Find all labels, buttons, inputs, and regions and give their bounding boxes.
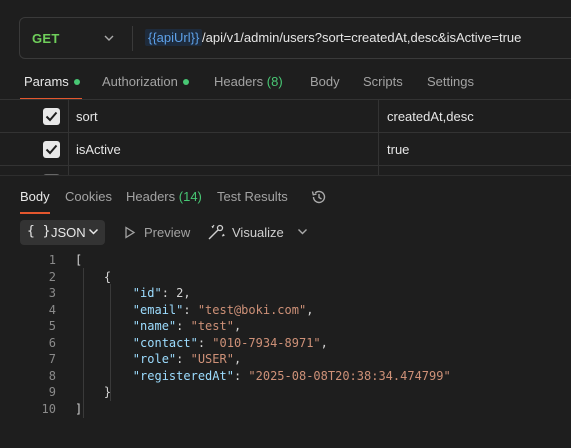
column-divider xyxy=(378,133,379,166)
http-method-select[interactable]: GET xyxy=(32,31,60,46)
pane-divider[interactable] xyxy=(0,175,571,176)
json-bracket: [ xyxy=(75,253,83,267)
response-body-viewer[interactable]: 1[ 2 { 3 "id": 2, 4 "email": "test@boki.… xyxy=(0,252,571,418)
param-checkbox[interactable] xyxy=(43,108,60,125)
tab-cookies[interactable]: Cookies xyxy=(65,189,112,204)
check-icon xyxy=(45,144,58,155)
tab-settings[interactable]: Settings xyxy=(427,74,474,89)
chevron-down-icon[interactable] xyxy=(103,32,115,44)
code-line: 10] xyxy=(0,401,571,418)
line-number: 7 xyxy=(48,352,56,366)
active-tab-indicator xyxy=(20,212,50,214)
param-checkbox[interactable] xyxy=(43,141,60,158)
url-input[interactable]: /api/v1/admin/users?sort=createdAt,desc&… xyxy=(202,30,521,45)
chevron-down-icon xyxy=(88,228,99,235)
json-entry: "role": "USER", xyxy=(132,352,242,366)
json-entry: "registeredAt": "2025-08-08T20:38:34.474… xyxy=(132,368,451,383)
chevron-down-icon[interactable] xyxy=(297,227,308,237)
json-key: "registeredAt" xyxy=(132,368,234,383)
table-row: isActive false xyxy=(0,166,571,175)
column-divider xyxy=(378,100,379,133)
line-number: 9 xyxy=(48,385,56,399)
line-number: 4 xyxy=(48,302,56,317)
json-entry: "contact": "010-7934-8971", xyxy=(132,335,328,350)
tab-test-results[interactable]: Test Results xyxy=(217,189,288,204)
tab-response-headers-label: Headers xyxy=(126,189,176,204)
json-brace: { xyxy=(75,269,112,284)
json-key: "contact" xyxy=(132,335,198,350)
request-url-bar: GET {{apiUrl}} /api/v1/admin/users?sort=… xyxy=(19,17,571,59)
tab-headers[interactable]: Headers (8) xyxy=(214,74,283,89)
tab-scripts[interactable]: Scripts xyxy=(363,74,403,89)
json-value: "USER" xyxy=(190,352,234,366)
json-entry: "name": "test", xyxy=(132,319,242,333)
json-entry: "id": 2, xyxy=(132,286,191,300)
json-bracket: ] xyxy=(75,401,83,416)
json-value: "test" xyxy=(190,319,234,333)
tab-params[interactable]: Params xyxy=(24,74,80,89)
json-key: "name" xyxy=(132,319,177,333)
code-line: 8 "registeredAt": "2025-08-08T20:38:34.4… xyxy=(0,368,571,385)
history-icon[interactable] xyxy=(310,188,328,206)
json-key: "id" xyxy=(132,286,162,300)
line-number: 3 xyxy=(48,286,56,300)
json-key: "role" xyxy=(132,352,177,366)
json-value: "2025-08-08T20:38:34.474799" xyxy=(248,368,451,383)
headers-count: (8) xyxy=(266,74,283,89)
url-variable-token[interactable]: {{apiUrl}} xyxy=(145,29,203,46)
code-line: 2 { xyxy=(0,269,571,286)
check-icon xyxy=(45,111,58,122)
line-number: 8 xyxy=(48,368,56,383)
line-number: 2 xyxy=(48,269,56,284)
visualize-label: Visualize xyxy=(232,225,284,240)
code-line: 3 "id": 2, xyxy=(0,285,571,302)
magic-wand-icon xyxy=(208,224,225,240)
tab-body[interactable]: Body xyxy=(310,74,340,89)
response-headers-count: (14) xyxy=(178,189,202,204)
code-line: 4 "email": "test@boki.com", xyxy=(0,302,571,319)
params-status-dot xyxy=(73,78,80,85)
tab-authorization-label: Authorization xyxy=(102,74,178,89)
params-table: sort createdAt,desc isActive true isActi… xyxy=(0,99,571,175)
param-value[interactable]: createdAt,desc xyxy=(387,109,474,124)
response-tabs: Body Cookies Headers (14) Test Results xyxy=(0,188,571,214)
tab-response-headers[interactable]: Headers (14) xyxy=(126,189,202,204)
table-row: isActive true xyxy=(0,133,571,166)
line-number: 5 xyxy=(48,319,56,333)
json-value: "test@boki.com" xyxy=(197,302,307,317)
tab-response-body[interactable]: Body xyxy=(20,189,50,204)
column-divider xyxy=(378,166,379,175)
column-divider xyxy=(68,133,69,166)
code-line: 7 "role": "USER", xyxy=(0,351,571,368)
json-brace: } xyxy=(75,385,112,399)
param-key[interactable]: isActive xyxy=(76,142,121,157)
line-number: 6 xyxy=(48,335,56,350)
url-divider xyxy=(132,26,133,51)
preview-label: Preview xyxy=(144,225,191,240)
code-line: 9 } xyxy=(0,384,571,401)
param-key[interactable]: sort xyxy=(76,109,98,124)
format-label: JSON xyxy=(51,225,86,240)
request-tabs: Params Authorization Headers (8) Body Sc… xyxy=(0,74,571,100)
code-line: 5 "name": "test", xyxy=(0,318,571,335)
json-entry: "email": "test@boki.com", xyxy=(132,302,314,317)
line-number: 1 xyxy=(48,253,56,267)
play-icon xyxy=(125,226,136,239)
json-key: "email" xyxy=(132,302,184,317)
tab-params-label: Params xyxy=(24,74,69,89)
braces-icon: { } xyxy=(27,224,51,239)
tab-headers-label: Headers xyxy=(214,74,264,89)
param-value[interactable]: true xyxy=(387,142,409,157)
authorization-status-dot xyxy=(182,78,189,85)
line-number: 10 xyxy=(41,401,56,416)
column-divider xyxy=(68,166,69,175)
column-divider xyxy=(68,100,69,133)
json-value: "010-7934-8971" xyxy=(212,335,321,350)
code-line: 6 "contact": "010-7934-8971", xyxy=(0,335,571,352)
table-row: sort createdAt,desc xyxy=(0,100,571,133)
tab-authorization[interactable]: Authorization xyxy=(102,74,189,89)
code-line: 1[ xyxy=(0,252,571,269)
format-select[interactable]: { } JSON xyxy=(20,220,105,245)
